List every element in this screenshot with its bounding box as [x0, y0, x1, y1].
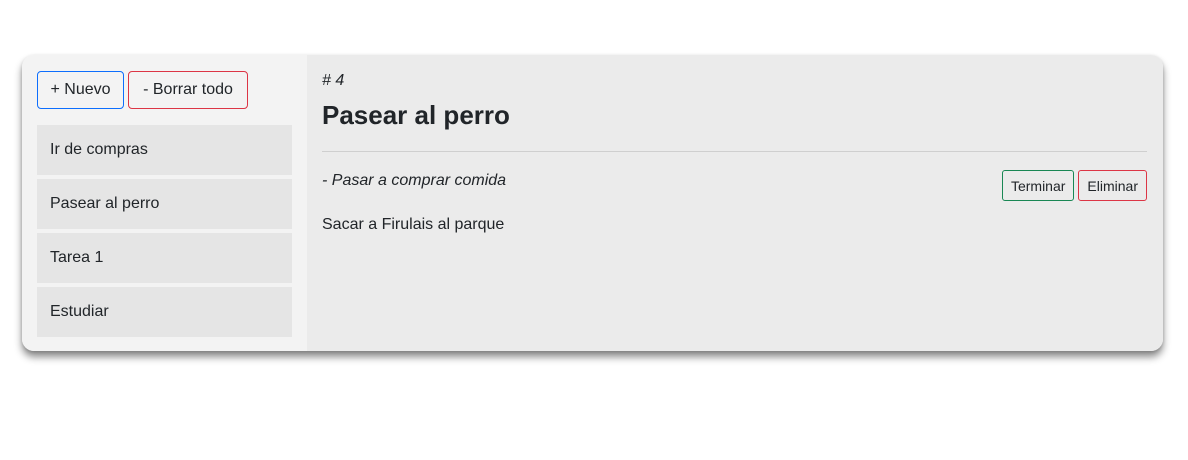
divider	[322, 151, 1147, 152]
note-body: Sacar a Firulais al parque	[322, 216, 505, 233]
notes-app: + Nuevo - Borrar todo Ir de compras Pase…	[22, 55, 1163, 351]
note-item-estudiar[interactable]: Estudiar	[37, 287, 292, 337]
note-item-ir-de-compras[interactable]: Ir de compras	[37, 125, 292, 175]
note-title: Pasear al perro	[322, 100, 510, 130]
sidebar: + Nuevo - Borrar todo Ir de compras Pase…	[22, 55, 307, 351]
note-item-tarea-1[interactable]: Tarea 1	[37, 233, 292, 283]
finish-button[interactable]: Terminar	[1001, 170, 1075, 201]
new-note-button[interactable]: + Nuevo	[37, 71, 124, 109]
clear-all-button[interactable]: - Borrar todo	[128, 71, 248, 109]
note-list: Ir de compras Pasear al perro Tarea 1 Es…	[37, 125, 292, 337]
note-id: # 4	[322, 72, 345, 89]
note-detail: # 4 Pasear al perro - Pasar a comprar co…	[307, 55, 1163, 351]
sidebar-toolbar: + Nuevo - Borrar todo	[37, 71, 292, 109]
note-subtitle: - Pasar a comprar comida	[322, 172, 507, 189]
note-item-pasear-al-perro[interactable]: Pasear al perro	[37, 179, 292, 229]
subtitle-row: - Pasar a comprar comida Terminar Elimin…	[322, 170, 1147, 201]
note-actions: Terminar Eliminar	[1001, 170, 1147, 201]
delete-button[interactable]: Eliminar	[1078, 170, 1147, 201]
